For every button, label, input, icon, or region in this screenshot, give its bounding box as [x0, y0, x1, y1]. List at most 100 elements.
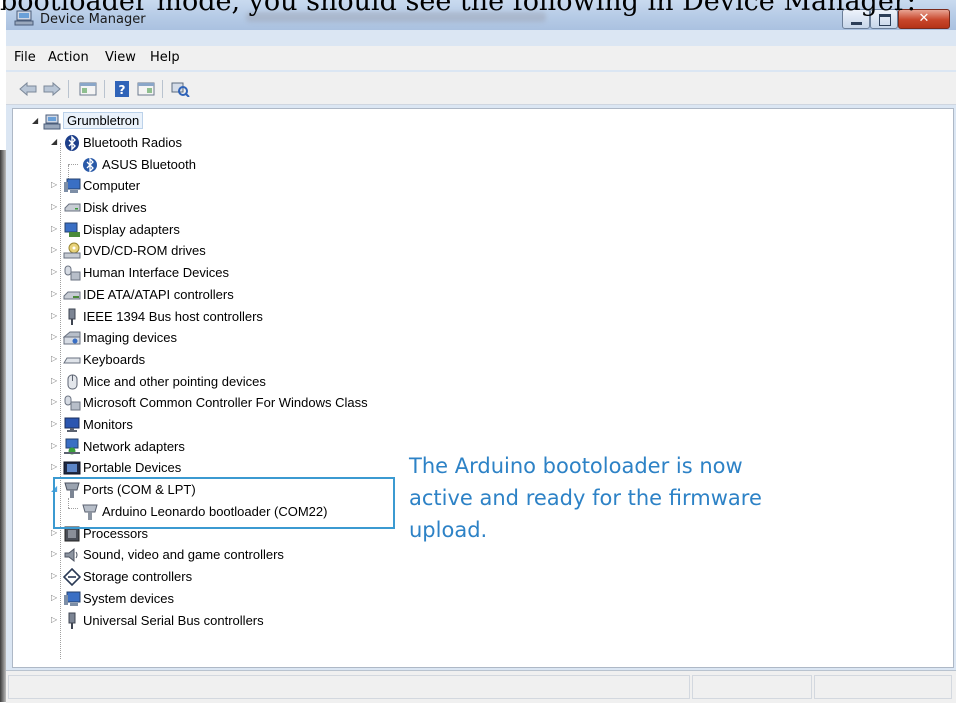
imaging-device-icon	[63, 331, 81, 345]
tree-node-hid[interactable]: ▷ Human Interface Devices	[13, 263, 413, 283]
tree-node-disk-drives[interactable]: ▷ Disk drives	[13, 198, 413, 218]
game-controller-icon	[64, 395, 81, 411]
toolbar: ?	[6, 72, 956, 105]
expand-arrow-icon[interactable]: ▷	[51, 572, 59, 580]
expand-arrow-icon[interactable]: ▷	[51, 377, 59, 385]
computer-root-icon	[43, 114, 61, 130]
expand-arrow-icon[interactable]: ▷	[51, 529, 59, 537]
annotation-line-1: The Arduino bootoloader is now	[409, 454, 743, 478]
tree-label-dvd-drives: DVD/CD-ROM drives	[83, 243, 206, 258]
properties-icon[interactable]	[136, 81, 156, 97]
expand-arrow-icon[interactable]: ▷	[51, 181, 59, 189]
expand-arrow-icon[interactable]: ▷	[51, 420, 59, 428]
expand-arrow-icon[interactable]: ▷	[51, 550, 59, 558]
tree-node-sound[interactable]: ▷ Sound, video and game controllers	[13, 545, 413, 565]
tree-label-mice: Mice and other pointing devices	[83, 374, 266, 389]
tree-label-sound: Sound, video and game controllers	[83, 547, 284, 562]
tree-node-usb[interactable]: ▷ Universal Serial Bus controllers	[13, 611, 413, 631]
tree-node-monitors[interactable]: ▷ Monitors	[13, 415, 413, 435]
annotation-callout: The Arduino bootoloader is now active an…	[409, 450, 829, 546]
expand-arrow-icon[interactable]: ▷	[51, 333, 59, 341]
tree-label-ide: IDE ATA/ATAPI controllers	[83, 287, 234, 302]
expand-arrow-icon[interactable]: ▷	[51, 203, 59, 211]
page-caption: bootloader mode, you should see the foll…	[0, 0, 916, 16]
status-pane-tertiary	[814, 675, 952, 699]
expand-arrow-icon[interactable]: ▷	[51, 312, 59, 320]
tree-label-usb: Universal Serial Bus controllers	[83, 613, 264, 628]
menu-help[interactable]: Help	[150, 50, 180, 65]
menu-action[interactable]: Action	[48, 50, 89, 65]
tree-label-asus-bluetooth: ASUS Bluetooth	[102, 157, 196, 172]
tree-node-storage[interactable]: ▷ Storage controllers	[13, 567, 413, 587]
tree-node-bluetooth[interactable]: ◢ Bluetooth Radios	[13, 133, 413, 153]
bluetooth-icon	[65, 135, 79, 151]
tree-label-ieee1394: IEEE 1394 Bus host controllers	[83, 309, 263, 324]
tree-node-imaging[interactable]: ▷ Imaging devices	[13, 328, 413, 348]
menu-bar: File Action View Help	[6, 46, 956, 70]
tree-label-keyboards: Keyboards	[83, 352, 146, 367]
tree-node-asus-bluetooth[interactable]: ASUS Bluetooth	[13, 155, 413, 175]
tree-node-dvd-drives[interactable]: ▷ DVD/CD-ROM drives	[13, 241, 413, 261]
expand-arrow-icon[interactable]: ▷	[51, 442, 59, 450]
tree-node-display-adapters[interactable]: ▷ Display adapters	[13, 220, 413, 240]
status-bar	[6, 670, 956, 703]
portable-device-icon	[63, 461, 81, 475]
tree-node-ide[interactable]: ▷ IDE ATA/ATAPI controllers	[13, 285, 413, 305]
forward-icon[interactable]	[42, 81, 62, 97]
menu-file[interactable]: File	[14, 50, 36, 65]
expand-arrow-icon[interactable]: ▷	[51, 225, 59, 233]
tree-label-display-adapters: Display adapters	[83, 222, 180, 237]
status-pane-secondary	[692, 675, 812, 699]
tree-node-mice[interactable]: ▷ Mice and other pointing devices	[13, 372, 413, 392]
help-icon[interactable]: ?	[112, 81, 132, 97]
annotation-line-3: upload.	[409, 518, 488, 542]
system-device-icon	[64, 591, 81, 606]
tree-node-portable[interactable]: ▷ Portable Devices	[13, 458, 413, 478]
expand-arrow-icon[interactable]: ▷	[51, 463, 59, 471]
menu-view[interactable]: View	[105, 50, 136, 65]
dvd-drive-icon	[63, 242, 81, 259]
disk-drive-icon	[64, 203, 81, 212]
tree-node-root[interactable]: ◢ Grumbletron	[13, 112, 413, 132]
toolbar-separator	[162, 80, 163, 98]
tree-node-keyboards[interactable]: ▷ Keyboards	[13, 350, 413, 370]
bluetooth-device-icon	[83, 157, 97, 173]
tree-label-mscc: Microsoft Common Controller For Windows …	[83, 395, 368, 410]
expand-arrow-icon[interactable]: ▷	[51, 355, 59, 363]
device-manager-window: Device Manager ✕ File Action View Help ?	[6, 0, 956, 703]
tree-node-network[interactable]: ▷ Network adapters	[13, 437, 413, 457]
network-adapter-icon	[64, 438, 80, 455]
expand-arrow-icon[interactable]: ▷	[51, 268, 59, 276]
tree-node-mscc[interactable]: ▷ Microsoft Common Controller For Window…	[13, 393, 473, 413]
tree-label-portable: Portable Devices	[83, 460, 182, 475]
expand-arrow-icon[interactable]: ▷	[51, 246, 59, 254]
computer-icon	[64, 178, 81, 193]
ide-controller-icon	[63, 291, 81, 300]
ports-highlight-box	[53, 477, 395, 529]
collapse-arrow-icon[interactable]: ◢	[32, 117, 40, 125]
usb-icon	[68, 612, 76, 629]
back-icon[interactable]	[18, 81, 38, 97]
collapse-arrow-icon[interactable]: ◢	[51, 138, 59, 146]
annotation-line-2: active and ready for the firmware	[409, 486, 762, 510]
expand-arrow-icon[interactable]: ▷	[51, 290, 59, 298]
tree-node-ieee1394[interactable]: ▷ IEEE 1394 Bus host controllers	[13, 307, 413, 327]
expand-arrow-icon[interactable]: ▷	[51, 594, 59, 602]
tree-label-imaging: Imaging devices	[83, 330, 177, 345]
device-tree-panel[interactable]: ◢ Grumbletron ◢ Bluetooth Radios ASUS Bl…	[12, 108, 954, 668]
tree-node-system[interactable]: ▷ System devices	[13, 589, 413, 609]
tree-node-computer[interactable]: ▷ Computer	[13, 176, 413, 196]
console-icon[interactable]	[78, 81, 98, 97]
expand-arrow-icon[interactable]: ▷	[51, 398, 59, 406]
tree-label-computer: Computer	[83, 178, 141, 193]
svg-text:?: ?	[119, 83, 126, 97]
ieee1394-icon	[68, 308, 76, 325]
tree-label-root: Grumbletron	[63, 112, 144, 129]
expand-arrow-icon[interactable]: ▷	[51, 616, 59, 624]
tree-label-bluetooth: Bluetooth Radios	[83, 135, 183, 150]
toolbar-separator	[68, 80, 69, 98]
tree-label-hid: Human Interface Devices	[83, 265, 229, 280]
tree-label-monitors: Monitors	[83, 417, 133, 432]
scan-hardware-icon[interactable]	[170, 81, 190, 97]
status-pane-main	[8, 675, 690, 699]
